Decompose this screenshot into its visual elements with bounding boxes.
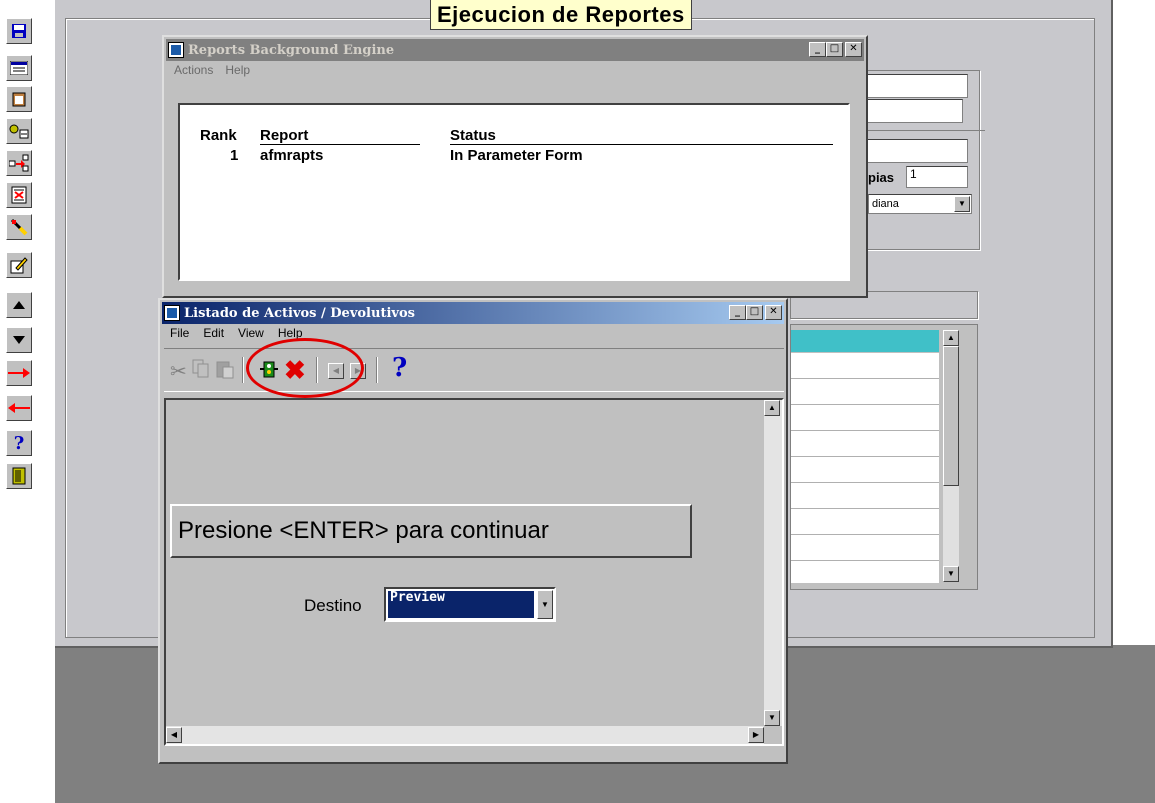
menu-file[interactable]: File: [170, 326, 189, 346]
close-icon[interactable]: ✕: [765, 305, 782, 320]
window-title: Reports Background Engine: [188, 42, 395, 58]
parameter-form-titlebar[interactable]: Listado de Activos / Devolutivos _ □ ✕: [162, 302, 784, 324]
records-header: [791, 330, 939, 352]
toolbar-separator: [242, 357, 244, 383]
table-row[interactable]: [791, 457, 939, 483]
insert-record-icon[interactable]: [6, 150, 32, 176]
reports-engine-menubar: Actions Help: [168, 63, 250, 83]
table-row[interactable]: [791, 483, 939, 509]
chevron-down-icon[interactable]: ▼: [954, 196, 970, 212]
reports-background-engine-window: Reports Background Engine _ □ ✕ Actions …: [162, 35, 868, 298]
menu-edit[interactable]: Edit: [203, 326, 224, 346]
edit-icon[interactable]: [6, 252, 32, 278]
close-icon[interactable]: ✕: [845, 42, 862, 57]
help-icon[interactable]: ?: [6, 430, 32, 456]
query-icon[interactable]: [6, 118, 32, 144]
maximize-icon[interactable]: □: [826, 42, 843, 57]
vertical-scrollbar[interactable]: ▲ ▼: [764, 400, 782, 726]
delete-record-icon[interactable]: [6, 182, 32, 208]
clipboard-icon[interactable]: [6, 86, 32, 112]
destino-value: Preview: [388, 591, 534, 618]
next-icon[interactable]: [6, 360, 32, 386]
table-row[interactable]: [791, 509, 939, 535]
table-row[interactable]: [791, 431, 939, 457]
save-icon[interactable]: [6, 18, 32, 44]
printer-select[interactable]: diana ▼: [868, 194, 972, 214]
records-block: ▲ ▼: [790, 324, 978, 590]
clear-icon[interactable]: [6, 214, 32, 240]
down-arrow-icon[interactable]: [6, 327, 32, 353]
reports-engine-titlebar[interactable]: Reports Background Engine _ □ ✕: [166, 39, 864, 61]
app-icon: [168, 42, 184, 58]
page-title: Ejecucion de Reportes: [430, 0, 692, 30]
list-icon[interactable]: [6, 55, 32, 81]
highlight-ellipse: [246, 338, 364, 398]
left-toolbar: ?: [0, 0, 38, 803]
table-row[interactable]: [791, 535, 939, 561]
col-status-header: Status: [450, 127, 833, 145]
row-status: In Parameter Form: [450, 147, 583, 164]
menu-help[interactable]: Help: [225, 63, 250, 83]
exit-icon[interactable]: [6, 463, 32, 489]
records-scrollbar[interactable]: ▲ ▼: [943, 330, 959, 582]
printer-select-value: diana: [872, 198, 899, 210]
minimize-icon[interactable]: _: [729, 305, 746, 320]
parameter-form-window: Listado de Activos / Devolutivos _ □ ✕ F…: [158, 298, 788, 764]
menu-view[interactable]: View: [238, 326, 264, 346]
previous-icon[interactable]: [6, 395, 32, 421]
help-icon[interactable]: ?: [392, 353, 407, 383]
col-rank-header: Rank: [200, 127, 237, 144]
enter-prompt: Presione <ENTER> para continuar: [170, 504, 692, 558]
chevron-down-icon[interactable]: ▼: [537, 590, 553, 619]
menu-actions[interactable]: Actions: [174, 63, 213, 83]
copy-icon[interactable]: [192, 359, 210, 379]
minimize-icon[interactable]: _: [809, 42, 826, 57]
scroll-thumb[interactable]: [943, 346, 959, 486]
scroll-down-icon[interactable]: ▼: [764, 710, 780, 726]
maximize-icon[interactable]: □: [746, 305, 763, 320]
copies-label: pias: [868, 170, 895, 185]
scroll-up-icon[interactable]: ▲: [943, 330, 959, 346]
table-row[interactable]: [791, 353, 939, 379]
parameter-canvas: Presione <ENTER> para continuar Destino …: [164, 398, 784, 746]
horizontal-scrollbar[interactable]: ◀ ▶: [166, 726, 764, 744]
toolbar-separator: [376, 357, 378, 383]
window-title: Listado de Activos / Devolutivos: [184, 305, 415, 321]
divider: [865, 130, 985, 131]
col-report-header: Report: [260, 127, 420, 145]
cut-icon[interactable]: ✂: [170, 359, 187, 384]
up-arrow-icon[interactable]: [6, 292, 32, 318]
app-icon: [164, 305, 180, 321]
destino-select[interactable]: Preview ▼: [384, 587, 556, 622]
records-list: [791, 353, 939, 583]
scroll-left-icon[interactable]: ◀: [166, 727, 182, 743]
form-field[interactable]: [865, 99, 963, 123]
row-rank: 1: [230, 147, 239, 164]
form-field[interactable]: [865, 74, 968, 98]
scroll-right-icon[interactable]: ▶: [748, 727, 764, 743]
scroll-down-icon[interactable]: ▼: [943, 566, 959, 582]
paste-icon[interactable]: [216, 359, 234, 379]
copies-field[interactable]: 1: [906, 166, 968, 188]
jobs-list: Rank Report Status 1 afmrapts In Paramet…: [178, 103, 850, 281]
form-field[interactable]: [865, 139, 968, 163]
scroll-up-icon[interactable]: ▲: [764, 400, 780, 416]
table-row[interactable]: [791, 405, 939, 431]
table-row[interactable]: [791, 379, 939, 405]
row-report[interactable]: afmrapts: [260, 147, 323, 164]
destino-label: Destino: [304, 596, 362, 615]
